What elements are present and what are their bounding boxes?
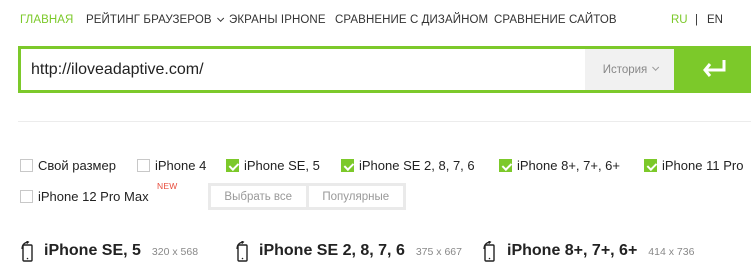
- preview-device-name: iPhone 8+, 7+, 6+: [507, 242, 638, 259]
- preview-header: iPhone 8+, 7+, 6+ 414 x 736: [507, 242, 694, 260]
- nav-link-site-compare[interactable]: СРАВНЕНИЕ САЙТОВ: [494, 14, 617, 26]
- lang-en[interactable]: EN: [707, 14, 723, 26]
- device-option-label: Свой размер: [38, 158, 116, 173]
- device-option-label: iPhone 4: [155, 158, 207, 173]
- divider: [18, 121, 751, 122]
- device-option-label: iPhone 12 Pro Max: [38, 189, 149, 204]
- device-option-label: iPhone SE 2, 8, 7, 6: [359, 158, 475, 173]
- device-option-iphone-11-pro[interactable]: iPhone 11 Pro: [644, 158, 743, 173]
- nav-link-design-compare[interactable]: СРАВНЕНИЕ С ДИЗАЙНОМ: [335, 14, 488, 26]
- history-dropdown[interactable]: История: [585, 49, 674, 90]
- enter-arrow-icon: [703, 60, 726, 77]
- go-button[interactable]: [674, 46, 751, 93]
- device-option-iphone-4[interactable]: iPhone 4: [137, 158, 206, 173]
- device-option-iphone-8plus[interactable]: iPhone 8+, 7+, 6+: [499, 158, 620, 173]
- checkbox[interactable]: [20, 190, 33, 203]
- checkbox[interactable]: [20, 159, 33, 172]
- url-input[interactable]: [21, 49, 584, 90]
- device-option-label: iPhone SE, 5: [244, 158, 320, 173]
- selection-button-group: Выбрать все Популярные: [208, 183, 406, 210]
- preview-device-dims: 414 x 736: [648, 246, 695, 258]
- nav-link-browser-rating-label: РЕЙТИНГ БРАУЗЕРОВ: [86, 14, 212, 26]
- lang-ru[interactable]: RU: [671, 14, 688, 26]
- checkbox-checked[interactable]: [644, 159, 657, 172]
- checkbox-checked[interactable]: [499, 159, 512, 172]
- phone-rotate-icon[interactable]: [19, 241, 37, 263]
- device-option-iphone-12-pro-max[interactable]: iPhone 12 Pro Max: [20, 189, 149, 204]
- url-bar: История: [18, 46, 751, 93]
- device-option-iphone-se-5[interactable]: iPhone SE, 5: [226, 158, 320, 173]
- nav-link-home[interactable]: ГЛАВНАЯ: [20, 14, 73, 26]
- checkbox-checked[interactable]: [341, 159, 354, 172]
- phone-rotate-icon[interactable]: [234, 241, 252, 263]
- preview-header: iPhone SE 2, 8, 7, 6 375 x 667: [259, 242, 462, 260]
- checkbox-checked[interactable]: [226, 159, 239, 172]
- preview-device-name: iPhone SE 2, 8, 7, 6: [259, 242, 405, 259]
- preview-device-dims: 375 x 667: [415, 246, 462, 258]
- nav-link-iphone-screens[interactable]: ЭКРАНЫ IPHONE: [229, 14, 326, 26]
- lang-separator: |: [695, 14, 698, 26]
- checkbox[interactable]: [137, 159, 150, 172]
- device-option-label: iPhone 8+, 7+, 6+: [517, 158, 621, 173]
- chevron-down-icon: [216, 14, 224, 22]
- new-badge: NEW: [157, 181, 178, 191]
- chevron-down-icon: [652, 63, 660, 71]
- phone-rotate-icon[interactable]: [481, 241, 499, 263]
- popular-button[interactable]: Популярные: [305, 186, 404, 207]
- device-option-iphone-se2[interactable]: iPhone SE 2, 8, 7, 6: [341, 158, 475, 173]
- top-navigation: ГЛАВНАЯ РЕЙТИНГ БРАУЗЕРОВ ЭКРАНЫ IPHONE …: [0, 0, 751, 40]
- device-option-label: iPhone 11 Pro: [662, 158, 744, 173]
- history-label: История: [602, 63, 648, 76]
- preview-device-dims: 320 x 568: [151, 246, 199, 258]
- device-option-custom[interactable]: Свой размер: [20, 158, 116, 173]
- preview-device-name: iPhone SE, 5: [44, 242, 141, 259]
- nav-link-browser-rating[interactable]: РЕЙТИНГ БРАУЗЕРОВ: [86, 14, 224, 26]
- select-all-button[interactable]: Выбрать все: [211, 186, 306, 207]
- preview-header: iPhone SE, 5 320 x 568: [44, 242, 198, 260]
